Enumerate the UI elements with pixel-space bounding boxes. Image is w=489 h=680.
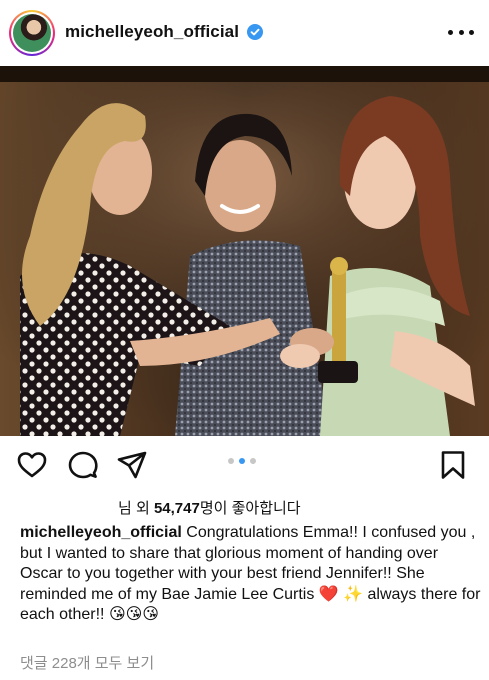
heart-icon[interactable]	[16, 449, 48, 481]
likes-suffix: 명이 좋아합니다	[199, 500, 301, 517]
carousel-indicator	[228, 458, 256, 464]
avatar-image	[13, 14, 51, 52]
view-comments-link[interactable]: 댓글 228개 모두 보기	[20, 652, 154, 673]
paper-plane-icon[interactable]	[116, 449, 148, 481]
post-photo[interactable]	[0, 66, 489, 436]
comment-icon[interactable]	[67, 449, 99, 481]
post-username[interactable]: michelleyeoh_official	[65, 22, 239, 42]
bookmark-icon[interactable]	[437, 449, 469, 481]
more-icon	[448, 29, 453, 35]
verified-badge-icon	[247, 24, 263, 40]
likes-prefix: 님 외	[118, 500, 154, 517]
post-image	[0, 66, 489, 436]
caption-username[interactable]: michelleyeoh_official	[20, 524, 182, 541]
carousel-dot	[228, 458, 234, 464]
avatar[interactable]	[9, 10, 55, 56]
carousel-dot	[250, 458, 256, 464]
post-caption: michelleyeoh_official Congratulations Em…	[20, 523, 482, 626]
more-options-button[interactable]	[448, 22, 474, 42]
carousel-dot-active	[239, 458, 245, 464]
action-bar	[0, 443, 489, 487]
likes-line[interactable]: 님 외 54,747명이 좋아합니다	[118, 497, 301, 518]
post-header: michelleyeoh_official	[0, 0, 489, 66]
likes-count: 54,747	[153, 500, 200, 517]
